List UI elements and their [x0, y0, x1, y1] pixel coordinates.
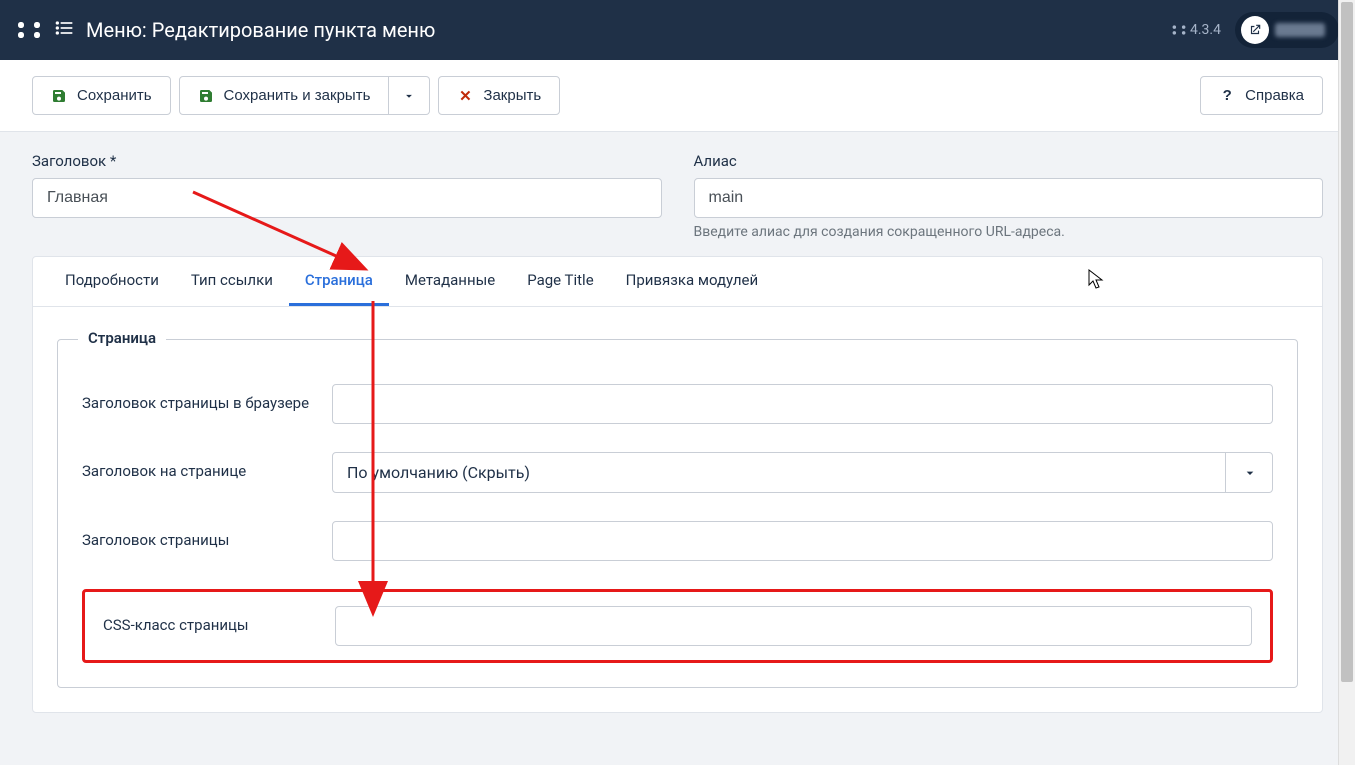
save-close-button[interactable]: Сохранить и закрыть [179, 76, 390, 115]
joomla-logo-icon[interactable] [16, 17, 42, 43]
toolbar: Сохранить Сохранить и закрыть ✕ Закрыть … [0, 60, 1355, 132]
top-bar-right: 4.3.4 [1172, 12, 1339, 48]
alias-column: Алиас Введите алиас для создания сокраще… [694, 152, 1324, 240]
joomla-small-icon [1172, 23, 1186, 37]
tab-modules[interactable]: Привязка модулей [610, 257, 774, 306]
form-area: Заголовок * Алиас Введите алиас для созд… [0, 132, 1355, 733]
highlight-annotation: CSS-класс страницы [82, 589, 1273, 663]
page-heading-row: Заголовок страницы [82, 521, 1273, 561]
user-menu[interactable] [1235, 12, 1339, 48]
scrollbar-thumb[interactable] [1341, 2, 1353, 682]
alias-input[interactable] [694, 178, 1324, 218]
browser-title-row: Заголовок страницы в браузере [82, 384, 1273, 424]
vertical-scrollbar[interactable] [1338, 0, 1355, 765]
alias-label: Алиас [694, 152, 1324, 170]
save-dropdown-button[interactable] [389, 76, 430, 115]
help-icon: ? [1219, 88, 1235, 104]
tabs: Подробности Тип ссылки Страница Метаданн… [33, 257, 1322, 307]
chevron-down-icon [401, 88, 417, 104]
help-button[interactable]: ? Справка [1200, 76, 1323, 115]
page-heading-input[interactable] [332, 521, 1273, 561]
tab-metadata[interactable]: Метаданные [389, 257, 511, 306]
top-bar: Меню: Редактирование пункта меню 4.3.4 [0, 0, 1355, 60]
external-link-icon [1241, 16, 1269, 44]
title-row: Заголовок * Алиас Введите алиас для созд… [32, 152, 1323, 240]
menu-toggle-icon[interactable] [54, 18, 74, 43]
browser-title-input[interactable] [332, 384, 1273, 424]
show-heading-select[interactable]: По умолчанию (Скрыть) [332, 452, 1273, 493]
tab-page-title[interactable]: Page Title [511, 257, 609, 306]
close-button[interactable]: ✕ Закрыть [438, 76, 560, 115]
username-blurred [1275, 23, 1325, 37]
title-label: Заголовок * [32, 152, 662, 170]
save-button[interactable]: Сохранить [32, 76, 171, 115]
pageclass-label: CSS-класс страницы [103, 606, 335, 634]
page-heading-label: Заголовок страницы [82, 521, 332, 549]
tab-page[interactable]: Страница [289, 257, 389, 306]
page-title: Меню: Редактирование пункта меню [86, 18, 435, 42]
close-icon: ✕ [457, 88, 473, 104]
show-heading-row: Заголовок на странице По умолчанию (Скры… [82, 452, 1273, 493]
save-close-group: Сохранить и закрыть [179, 76, 431, 115]
save-icon [198, 88, 214, 104]
save-icon [51, 88, 67, 104]
page-fieldset: Страница Заголовок страницы в браузере З… [57, 339, 1298, 688]
tab-content: Страница Заголовок страницы в браузере З… [33, 307, 1322, 712]
tabs-container: Подробности Тип ссылки Страница Метаданн… [32, 256, 1323, 713]
pageclass-row: CSS-класс страницы [103, 606, 1252, 646]
show-heading-label: Заголовок на странице [82, 452, 332, 480]
tab-details[interactable]: Подробности [49, 257, 175, 306]
version-label[interactable]: 4.3.4 [1172, 22, 1221, 38]
fieldset-legend: Страница [78, 329, 166, 347]
alias-hint: Введите алиас для создания сокращенного … [694, 224, 1324, 240]
browser-title-label: Заголовок страницы в браузере [82, 384, 332, 412]
top-bar-left: Меню: Редактирование пункта меню [16, 17, 435, 43]
title-input[interactable] [32, 178, 662, 218]
tab-link-type[interactable]: Тип ссылки [175, 257, 289, 306]
pageclass-input[interactable] [335, 606, 1252, 646]
title-column: Заголовок * [32, 152, 662, 240]
